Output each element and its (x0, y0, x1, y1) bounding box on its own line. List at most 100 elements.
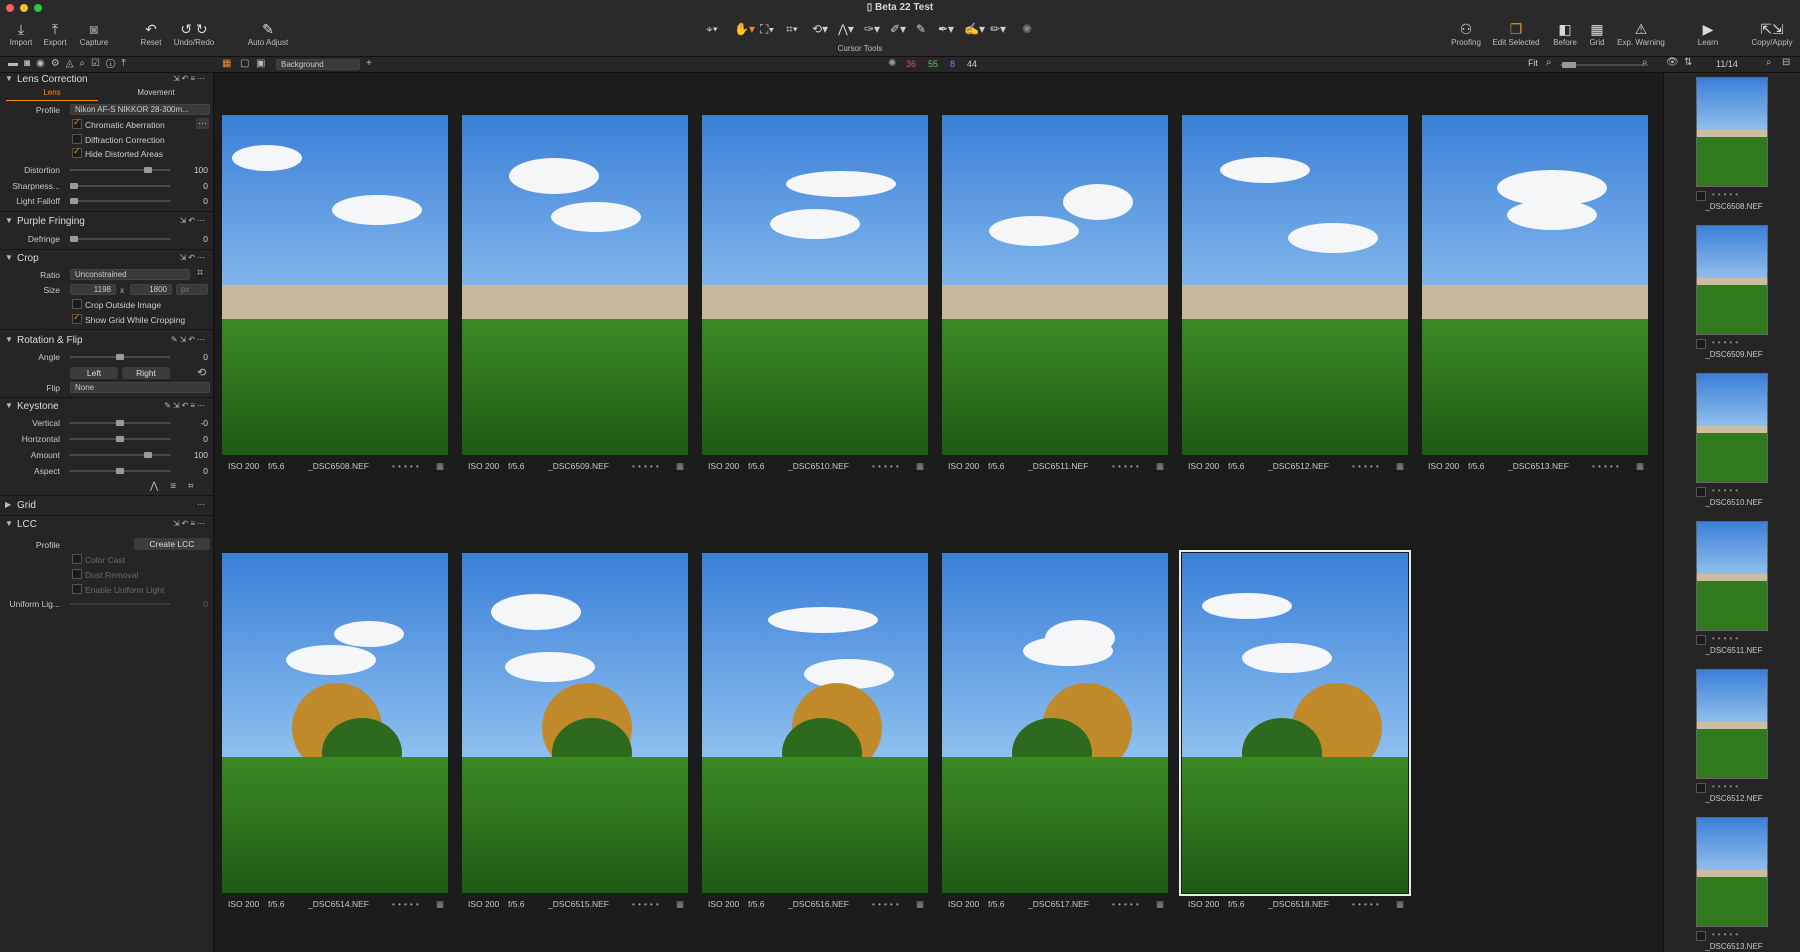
rating-dots[interactable]: ••••• (392, 461, 422, 471)
select-cursor-icon[interactable]: ⌖▾ (706, 22, 718, 37)
sharpness-slider[interactable] (70, 185, 170, 187)
amount-value[interactable]: 100 (178, 450, 208, 460)
rating-dots[interactable]: ••••• (1712, 634, 1741, 643)
chevron-down-icon[interactable]: ▼ (5, 335, 13, 344)
edit-selected-button[interactable]: ❐ Edit Selected (1490, 20, 1542, 47)
lcc-header[interactable]: ▼ LCC ⇲↶≡⋯ (0, 518, 213, 533)
chevron-down-icon[interactable]: ▼ (5, 401, 13, 410)
grid-header[interactable]: ▶ Grid ⋯ (0, 499, 213, 514)
filmstrip-select-checkbox[interactable] (1696, 487, 1706, 497)
capture-button[interactable]: ◙ Capture (76, 20, 112, 47)
grid-button[interactable]: ▦ Grid (1584, 20, 1610, 47)
tool-actions-icons[interactable]: ⇲↶≡⋯ (173, 519, 207, 528)
zoom-slider-knob[interactable] (1562, 62, 1576, 68)
zoom-in-icon[interactable]: ⌕ (1642, 57, 1648, 68)
rating-dots[interactable]: ••••• (392, 899, 422, 909)
uniform-light-checkbox[interactable] (72, 584, 82, 594)
image-thumbnail[interactable] (1182, 115, 1408, 455)
tool-actions-icons[interactable]: ✎⇲↶⋯ (171, 335, 207, 344)
rating-dots[interactable]: ••••• (1712, 486, 1741, 495)
filmstrip-select-checkbox[interactable] (1696, 931, 1706, 941)
image-thumbnail[interactable] (462, 553, 688, 893)
flip-select[interactable]: None (70, 382, 210, 393)
amount-slider-knob[interactable] (144, 452, 152, 458)
picker-icon[interactable]: ✑▾ (864, 22, 880, 36)
rating-dots[interactable]: ••••• (632, 899, 662, 909)
viewpoint-icon[interactable]: ⛶▾ (760, 22, 774, 37)
search-icon[interactable]: ⌕ (1766, 57, 1772, 68)
image-thumbnail[interactable] (1422, 115, 1648, 455)
image-thumbnail[interactable] (942, 553, 1168, 893)
image-thumbnail[interactable] (462, 115, 688, 455)
sharpness-value[interactable]: 0 (178, 181, 208, 191)
filmstrip-select-checkbox[interactable] (1696, 191, 1706, 201)
light-falloff-slider-knob[interactable] (70, 198, 78, 204)
uniform-light-value[interactable]: 0 (178, 599, 208, 609)
sharpness-slider-knob[interactable] (70, 183, 78, 189)
more-icon[interactable]: ⋯ (197, 500, 207, 509)
tool-actions-icons[interactable]: ⇲↶⋯ (180, 216, 207, 225)
purple-fringing-header[interactable]: ▼ Purple Fringing ⇲↶⋯ (0, 215, 213, 230)
chromatic-aberration-checkbox[interactable] (72, 117, 82, 129)
sort-icon[interactable]: ⇅ (1684, 57, 1692, 68)
keystone-header[interactable]: ▼ Keystone ✎⇲↶≡⋯ (0, 400, 213, 415)
image-thumbnail[interactable] (942, 115, 1168, 455)
rotate-right-button[interactable]: Right (122, 367, 170, 379)
exp-warning-button[interactable]: ⚠ Exp. Warning (1614, 20, 1668, 47)
color-tag-icon[interactable]: ▦ (916, 461, 924, 472)
chevron-down-icon[interactable]: ▼ (5, 216, 13, 225)
image-thumbnail[interactable] (702, 553, 928, 893)
rotate-tool-icon[interactable]: ⟲ (197, 366, 206, 379)
distortion-slider-knob[interactable] (144, 167, 152, 173)
tool-actions-icons[interactable]: ⇲↶⋯ (180, 253, 207, 262)
horizontal-value[interactable]: 0 (178, 434, 208, 444)
rating-dots[interactable]: ••••• (1712, 338, 1741, 347)
learn-button[interactable]: ▶ Learn (1692, 20, 1724, 47)
rotate-icon[interactable]: ⟲▾ (812, 22, 828, 36)
color-tag-icon[interactable]: ▦ (436, 461, 444, 472)
auto-adjust-button[interactable]: ✎ Auto Adjust (244, 20, 292, 47)
pan-hand-icon[interactable]: ✋▾ (734, 22, 755, 36)
dust-removal-checkbox[interactable] (72, 569, 82, 579)
horizontal-slider-knob[interactable] (116, 436, 124, 442)
filmstrip-thumbnail[interactable] (1696, 817, 1768, 927)
ratio-select[interactable]: Unconstrained (70, 269, 190, 280)
undo-redo-button[interactable]: ↺ ↻ Undo/Redo (170, 20, 218, 47)
rating-dots[interactable]: ••••• (1712, 782, 1741, 791)
chevron-down-icon[interactable]: ▼ (5, 74, 13, 83)
filmstrip-select-checkbox[interactable] (1696, 783, 1706, 793)
chevron-down-icon[interactable]: ▼ (5, 519, 13, 528)
image-thumbnail[interactable] (222, 553, 448, 893)
distortion-slider[interactable] (70, 169, 170, 171)
light-falloff-slider[interactable] (70, 200, 170, 202)
filmstrip-select-checkbox[interactable] (1696, 635, 1706, 645)
add-layer-icon[interactable]: + (366, 58, 372, 69)
eye-icon[interactable]: 👁 (1666, 57, 1679, 68)
image-thumbnail[interactable] (1179, 550, 1411, 896)
rating-dots[interactable]: ••••• (872, 461, 902, 471)
aspect-slider-knob[interactable] (116, 468, 124, 474)
vertical-slider-knob[interactable] (116, 420, 124, 426)
show-grid-checkbox[interactable] (72, 312, 82, 324)
color-cast-checkbox[interactable] (72, 554, 82, 564)
filmstrip-thumbnail[interactable] (1696, 521, 1768, 631)
copy-apply-button[interactable]: ⇱⇲ Copy/Apply (1748, 20, 1796, 47)
color-tag-icon[interactable]: ▦ (1156, 461, 1164, 472)
heal-icon[interactable]: ✒▾ (938, 22, 954, 36)
color-tag-icon[interactable]: ▦ (1396, 461, 1404, 472)
more-options-icon[interactable]: ⋯ (196, 118, 209, 129)
uniform-light-slider[interactable] (70, 603, 170, 605)
filter-icon[interactable]: ⊟ (1782, 57, 1790, 68)
rotate-left-button[interactable]: Left (70, 367, 118, 379)
keystone-mode-icons[interactable]: ⋀≡⌗ (150, 481, 206, 492)
defringe-slider[interactable] (70, 238, 170, 240)
reset-button[interactable]: ↶ Reset (136, 20, 166, 47)
layer-select[interactable]: Background (276, 59, 360, 70)
export-button[interactable]: ⤒ Export (40, 20, 70, 47)
before-button[interactable]: ◧ Before (1548, 20, 1582, 47)
filmstrip-thumbnail[interactable] (1696, 373, 1768, 483)
color-tag-icon[interactable]: ▦ (436, 899, 444, 910)
light-falloff-value[interactable]: 0 (178, 196, 208, 206)
gradient-icon[interactable]: ✏▾ (990, 22, 1006, 36)
lens-correction-header[interactable]: ▼ Lens Correction ⇲↶≡⋯ (0, 73, 213, 88)
